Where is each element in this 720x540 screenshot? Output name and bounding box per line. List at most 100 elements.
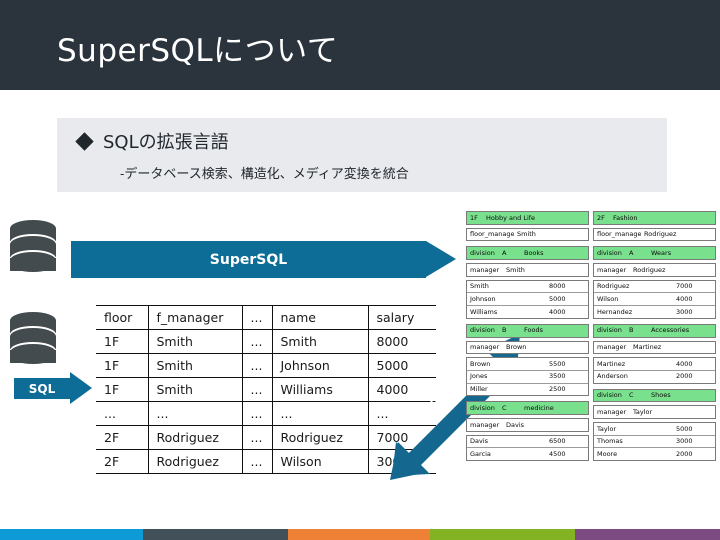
table-row: ... ... ... ... ... <box>96 401 436 426</box>
bottom-color-strip <box>0 529 720 540</box>
cell-ellipsis: ... <box>241 425 272 450</box>
relational-table: floor f_manager ... name salary 1F Smith… <box>96 305 436 474</box>
employee-row: Jones 3500 <box>467 370 588 384</box>
cell-salary: 5000 <box>367 353 436 378</box>
floor-header-block: 1F Hobby and Life <box>466 211 589 225</box>
cell-salary: 4000 <box>367 377 436 402</box>
employee-salary: 7000 <box>673 280 715 293</box>
manager-row: manager Martinez <box>594 341 715 354</box>
table-row: 1F Smith ... Williams 4000 <box>96 377 436 402</box>
cell-name: Johnson <box>271 353 368 378</box>
employee-name: Hernandez <box>594 306 673 318</box>
floor-manager-row: floor_manager Smith <box>467 228 588 241</box>
employee-row: Anderson 2000 <box>594 370 715 383</box>
cell-f-manager: Smith <box>147 329 242 354</box>
division-label: division <box>594 324 626 337</box>
manager-value: Smith <box>503 264 588 276</box>
cell-ellipsis: ... <box>241 353 272 378</box>
employee-name: Smith <box>467 280 546 293</box>
division-header-block: division B Accessories <box>593 323 716 338</box>
html-floor-block-2f: 2F Fashion floor_manager Rodriguez divis… <box>593 211 716 523</box>
employee-salary: 4500 <box>546 448 588 460</box>
employee-row: Moore 2000 <box>594 448 715 460</box>
floor-manager-value: Smith <box>514 228 588 241</box>
division-label: division <box>467 324 499 337</box>
employee-name: Jones <box>467 370 546 383</box>
sub-bullet-label: データベース検索、構造化、メディア変換を統合 <box>124 167 409 182</box>
division-label: division <box>467 402 499 414</box>
employee-salary: 5000 <box>546 293 588 306</box>
division-title-row: division B Foods <box>467 324 588 337</box>
employee-salary: 5500 <box>546 358 588 370</box>
sub-bullet-row: -データベース検索、構造化、メディア変換を統合 <box>120 163 409 182</box>
division-header-block: division C medicine <box>466 401 589 415</box>
employee-row: Taylor 5000 <box>594 422 715 436</box>
database-cylinder-icon-bottom <box>10 312 56 364</box>
employee-name: Johnson <box>467 293 546 306</box>
strip-segment-1 <box>143 529 288 540</box>
cell-salary: 8000 <box>367 329 436 354</box>
bullet-row: SQLの拡張言語 <box>75 128 229 154</box>
supersql-banner-label: SuperSQL <box>209 251 288 268</box>
strip-segment-3 <box>430 529 575 540</box>
floor-manager-block: floor_manager Smith <box>466 227 589 242</box>
employee-salary: 5000 <box>673 422 715 435</box>
manager-label: manager <box>467 264 503 276</box>
division-label: division <box>467 247 499 260</box>
division-name: Wears <box>648 247 715 260</box>
strip-segment-0 <box>0 529 143 540</box>
employee-row: Wilson 4000 <box>594 293 715 307</box>
division-label: division <box>594 247 626 260</box>
employee-name: Davis <box>467 435 546 448</box>
manager-label: manager <box>594 264 630 276</box>
page-title: SuperSQLについて <box>57 33 339 69</box>
employee-row: Martinez 4000 <box>594 358 715 371</box>
floor-manager-label: floor_manager <box>594 228 641 241</box>
employee-salary: 4000 <box>673 293 715 306</box>
division-header-block: division A Wears <box>593 246 716 261</box>
floor-manager-label: floor_manager <box>467 228 514 241</box>
division-letter: C <box>626 389 648 402</box>
floor-number: 1F <box>467 212 483 224</box>
table-row: 2F Rodriguez ... Rodriguez 7000 <box>96 425 436 450</box>
division-manager-block: manager Rodriguez <box>593 263 716 277</box>
division-letter: C <box>499 402 521 414</box>
division-title-row: division B Accessories <box>594 324 715 337</box>
employee-name: Taylor <box>594 422 673 435</box>
employee-salary: 3000 <box>673 435 715 448</box>
cell-salary: ... <box>367 401 436 426</box>
table-row: 2F Rodriguez ... Wilson 300 <box>96 449 436 474</box>
employee-salary: 2000 <box>673 448 715 460</box>
strip-segment-2 <box>288 529 430 540</box>
division-letter: B <box>626 324 648 337</box>
manager-label: manager <box>594 341 630 354</box>
sql-arrow-label: SQL <box>28 381 56 396</box>
strip-segment-4 <box>575 529 720 540</box>
manager-value: Davis <box>503 418 588 431</box>
cell-ellipsis: ... <box>241 449 272 474</box>
employee-salary: 3500 <box>546 370 588 383</box>
slide-header-bar: SuperSQLについて <box>0 0 720 90</box>
employee-name: Miller <box>467 383 546 396</box>
employee-list-block: Smith 8000 Johnson 5000 Williams 4000 <box>466 279 589 319</box>
division-letter: B <box>499 324 521 337</box>
employee-name: Brown <box>467 358 546 370</box>
cell-name: Wilson <box>271 449 368 474</box>
cell-ellipsis: ... <box>241 329 272 354</box>
division-manager-block: manager Taylor <box>593 405 716 419</box>
floor-name: Fashion <box>610 212 715 224</box>
employee-name: Moore <box>594 448 673 460</box>
employee-name: Garcia <box>467 448 546 460</box>
division-title-row: division C medicine <box>467 402 588 414</box>
cell-floor: 2F <box>96 449 148 474</box>
cell-ellipsis: ... <box>241 377 272 402</box>
cell-name: ... <box>271 401 368 426</box>
diamond-bullet-icon <box>75 131 94 151</box>
manager-value: Martinez <box>630 341 715 354</box>
employee-row: Miller 2500 <box>467 383 588 396</box>
employee-list-block: Davis 6500 Garcia 4500 <box>466 434 589 461</box>
employee-name: Martinez <box>594 358 673 370</box>
manager-value: Taylor <box>630 406 715 418</box>
division-title-row: division C Shoes <box>594 389 715 402</box>
manager-row: manager Davis <box>467 418 588 431</box>
